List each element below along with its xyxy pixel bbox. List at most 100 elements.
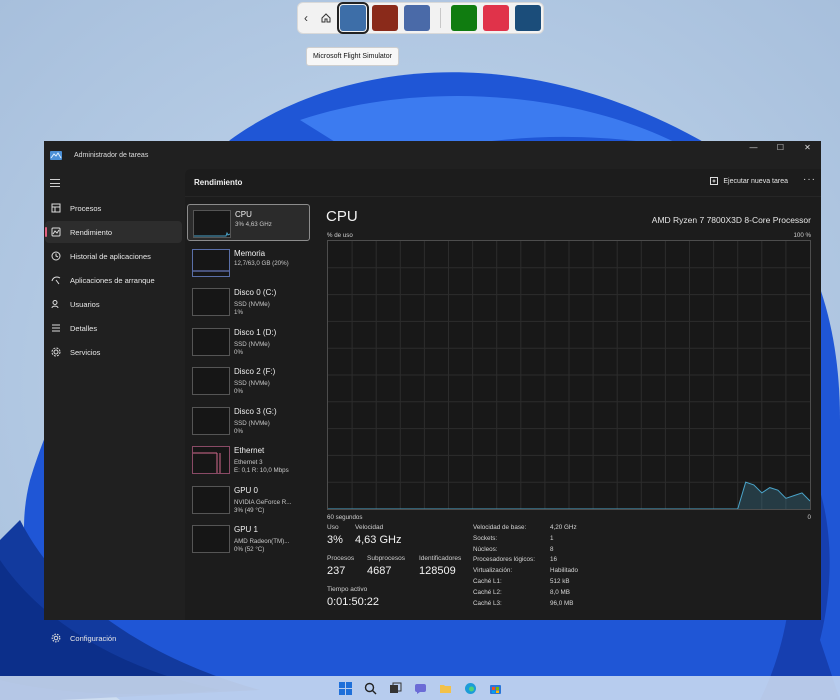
stat-label: Identificadores [419, 555, 462, 562]
game-switcher-bar: ‹ [297, 2, 544, 34]
device-stat: 0% [234, 388, 243, 395]
spec-value: 512 kB [550, 577, 570, 585]
sidebar-item-label: Aplicaciones de arranque [70, 275, 155, 285]
device-name: CPU [235, 210, 252, 219]
device-stat: SSD (NVMe) [234, 419, 270, 427]
task-view-icon[interactable] [387, 680, 403, 696]
spec-row: Velocidad de base: 4,20 GHz [473, 524, 578, 535]
sidebar-item-configuracion[interactable]: Configuración [45, 627, 182, 649]
tooltip: Microsoft Flight Simulator [306, 47, 399, 66]
startup-icon [50, 275, 61, 286]
close-icon[interactable]: ✕ [794, 141, 821, 153]
services-icon [50, 347, 61, 358]
device-item-disk1[interactable]: Disco 1 (D:) SSD (NVMe) 0% [187, 323, 310, 360]
device-stat: 0% [234, 427, 243, 435]
spec-row: Núcleos: 8 [473, 546, 578, 557]
device-stat: SSD (NVMe) [234, 301, 270, 308]
stat-value: 237 [327, 565, 346, 577]
device-name: GPU 0 [234, 485, 259, 495]
device-item-gpu0[interactable]: GPU 0 NVIDIA GeForce R... 3% (49 °C) [187, 481, 310, 518]
new-task-icon [710, 177, 719, 185]
ethernet-mini-graph [192, 446, 230, 474]
flight-simulator-icon[interactable] [337, 2, 369, 34]
spec-value: Habilitado [550, 567, 579, 575]
xbox-icon[interactable] [451, 5, 477, 31]
disk-mini-graph [192, 327, 230, 356]
title-bar[interactable]: Administrador de tareas — ☐ ✕ [44, 141, 821, 169]
device-list: CPU 3% 4,63 GHz Memoria 12,7/63,0 GB (20… [187, 204, 310, 560]
task-manager-app-icon [50, 150, 62, 160]
sidebar-item-servicios[interactable]: Servicios [45, 341, 182, 363]
device-item-memory[interactable]: Memoria 12,7/63,0 GB (20%) [187, 244, 310, 281]
device-stat: SSD (NVMe) [234, 380, 270, 387]
gear-icon [50, 633, 61, 644]
search-icon[interactable] [362, 680, 378, 696]
gpu-mini-graph [192, 525, 230, 553]
stat-value: 3% [327, 534, 343, 546]
spec-value: 1 [550, 534, 554, 542]
device-item-disk3[interactable]: Disco 3 (G:) SSD (NVMe) 0% [187, 402, 310, 439]
device-item-gpu1[interactable]: GPU 1 AMD Radeon(TM)... 0% (52 °C) [187, 520, 310, 557]
memory-mini-graph [192, 248, 230, 277]
forza-icon[interactable] [404, 5, 430, 31]
hamburger-menu-icon[interactable] [50, 179, 60, 187]
history-icon [50, 251, 61, 262]
home-icon[interactable] [318, 10, 334, 26]
file-explorer-icon[interactable] [437, 680, 453, 696]
run-new-task-label: Ejecutar nueva tarea [723, 178, 788, 185]
edge-icon[interactable] [462, 680, 478, 696]
device-item-disk2[interactable]: Disco 2 (F:) SSD (NVMe) 0% [187, 362, 310, 399]
users-icon [50, 299, 61, 310]
device-item-disk0[interactable]: Disco 0 (C:) SSD (NVMe) 1% [187, 283, 310, 320]
steam-icon[interactable] [515, 5, 541, 31]
spec-key: Caché L2: [473, 588, 502, 596]
cpu-model: AMD Ryzen 7 7800X3D 8-Core Processor [651, 215, 811, 225]
spec-row: Caché L2: 8,0 MB [473, 589, 578, 600]
back-chevron-icon[interactable]: ‹ [304, 11, 312, 25]
disk-mini-graph [192, 288, 230, 316]
stat-value: 4,63 GHz [355, 534, 402, 546]
spec-row: Caché L3: 96,0 MB [473, 600, 578, 611]
stat-tiempo-activo: Tiempo activo 0:01:50:22 [327, 586, 379, 608]
store-icon[interactable] [487, 680, 503, 696]
device-stat: 3% (49 °C) [234, 506, 265, 514]
ea-icon[interactable] [483, 5, 509, 31]
device-stat: SSD (NVMe) [234, 340, 270, 348]
run-new-task-button[interactable]: Ejecutar nueva tarea [710, 177, 788, 186]
device-item-ethernet[interactable]: Ethernet Ethernet 3 E: 0,1 R: 10,0 Mbps [187, 441, 310, 478]
device-name: Disco 2 (F:) [234, 367, 276, 376]
stat-identificadores: Identificadores 128509 [419, 555, 461, 577]
sidebar: Procesos Rendimiento Historial de aplica… [44, 169, 185, 643]
sidebar-item-arranque[interactable]: Aplicaciones de arranque [45, 269, 182, 291]
chat-icon[interactable] [412, 680, 428, 696]
sidebar-item-historial[interactable]: Historial de aplicaciones [45, 245, 182, 267]
page-title: Rendimiento [194, 178, 243, 187]
device-name: Memoria [234, 248, 266, 258]
game-icon[interactable] [372, 5, 398, 31]
minimize-icon[interactable]: — [740, 141, 767, 153]
sidebar-item-detalles[interactable]: Detalles [45, 317, 182, 339]
spec-key: Caché L3: [473, 599, 502, 607]
more-options-icon[interactable]: ··· [803, 174, 816, 185]
stat-subprocesos: Subprocesos 4687 [367, 555, 405, 577]
device-name: Disco 3 (G:) [234, 406, 277, 416]
spec-value: 16 [550, 556, 558, 564]
start-icon[interactable] [337, 680, 353, 696]
maximize-icon[interactable]: ☐ [767, 141, 794, 153]
cpu-title: CPU [326, 208, 358, 225]
sidebar-item-label: Procesos [70, 203, 102, 213]
spec-key: Caché L1: [473, 577, 502, 585]
sidebar-item-rendimiento[interactable]: Rendimiento [45, 221, 182, 243]
spec-value: 8,0 MB [550, 588, 570, 596]
stat-label: Tiempo activo [327, 586, 368, 593]
spec-value: 4,20 GHz [550, 524, 577, 531]
sidebar-item-usuarios[interactable]: Usuarios [45, 293, 182, 315]
sidebar-item-procesos[interactable]: Procesos [45, 197, 182, 219]
stat-uso: Uso 3% [327, 524, 343, 546]
device-item-cpu[interactable]: CPU 3% 4,63 GHz [187, 204, 310, 241]
cpu-detail-panel: CPU AMD Ryzen 7 7800X3D 8-Core Processor… [326, 204, 811, 620]
gpu-mini-graph [192, 485, 230, 514]
cpu-specs-table: Velocidad de base: 4,20 GHz Sockets: 1 Núc… [473, 524, 578, 610]
min-axis-label: 0 [807, 514, 811, 521]
spec-key: Sockets: [473, 534, 498, 542]
